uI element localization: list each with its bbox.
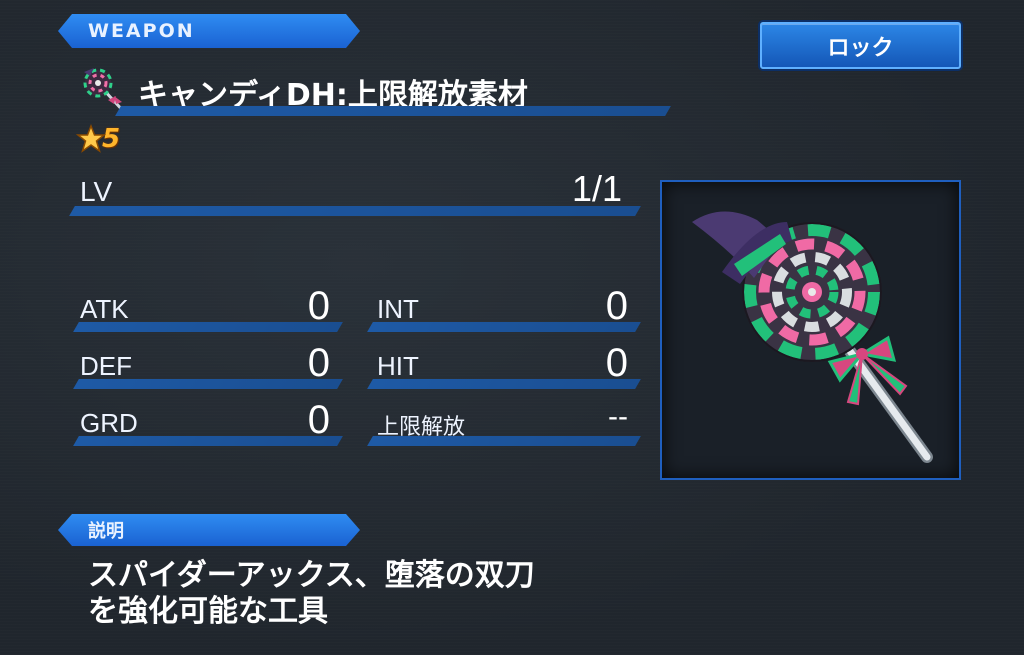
weapon-category-tab: WEAPON bbox=[58, 14, 360, 48]
hit-underline bbox=[367, 379, 641, 389]
int-label: INT bbox=[377, 294, 419, 324]
grd-label: GRD bbox=[80, 408, 138, 438]
star-icon bbox=[76, 124, 106, 153]
item-image-frame bbox=[660, 180, 961, 480]
level-underline bbox=[69, 206, 641, 216]
level-label: LV bbox=[80, 176, 113, 207]
def-label: DEF bbox=[80, 351, 132, 381]
weapon-detail-screen: WEAPON ロック キャンディDH:上限解放素材 5 LV 1/1 ATK 0… bbox=[0, 0, 1024, 655]
lock-button[interactable]: ロック bbox=[760, 22, 961, 69]
def-underline bbox=[73, 379, 343, 389]
hit-label: HIT bbox=[377, 351, 419, 381]
int-underline bbox=[367, 322, 641, 332]
rarity-badge: 5 bbox=[76, 123, 132, 155]
item-name-underline bbox=[115, 106, 671, 116]
level-value: 1/1 bbox=[571, 168, 622, 209]
limit-break-underline bbox=[367, 436, 641, 446]
limit-break-value: -- bbox=[608, 400, 628, 433]
atk-underline bbox=[73, 322, 343, 332]
atk-label: ATK bbox=[80, 294, 129, 324]
lollipop-image bbox=[692, 211, 933, 463]
description-tab: 説明 bbox=[58, 514, 360, 546]
grd-underline bbox=[73, 436, 343, 446]
description-text: スパイダーアックス、堕落の双刀 を強化可能な工具 bbox=[88, 558, 535, 629]
